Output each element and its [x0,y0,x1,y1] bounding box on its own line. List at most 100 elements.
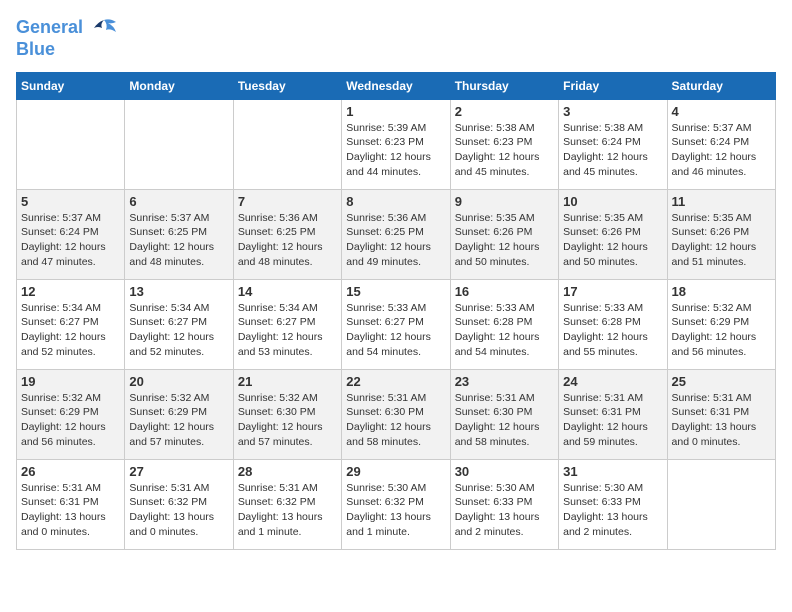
calendar-cell: 20Sunrise: 5:32 AM Sunset: 6:29 PM Dayli… [125,369,233,459]
calendar-cell: 4Sunrise: 5:37 AM Sunset: 6:24 PM Daylig… [667,99,775,189]
day-number: 17 [563,284,662,299]
calendar-cell: 31 Sunrise: 5:30 AM Sunset: 6:33 PM Dayli… [559,459,667,549]
day-info: Sunrise: 5:31 AM Sunset: 6:31 PM Dayligh… [672,391,771,450]
weekday-header-saturday: Saturday [667,72,775,99]
calendar-cell: 8 Sunrise: 5:36 AM Sunset: 6:25 PM Daylig… [342,189,450,279]
day-number: 7 [238,194,337,209]
day-number: 14 [238,284,337,299]
calendar-cell: 10Sunrise: 5:35 AM Sunset: 6:26 PM Dayli… [559,189,667,279]
weekday-header-wednesday: Wednesday [342,72,450,99]
calendar-cell: 30 Sunrise: 5:30 AM Sunset: 6:33 PM Dayli… [450,459,558,549]
calendar-cell: 7 Sunrise: 5:36 AM Sunset: 6:25 PM Daylig… [233,189,341,279]
day-info: Sunrise: 5:37 AM Sunset: 6:24 PM Dayligh… [21,211,120,270]
calendar-cell [667,459,775,549]
day-number: 16 [455,284,554,299]
calendar-week-1: 1 Sunrise: 5:39 AM Sunset: 6:23 PM Daylig… [17,99,776,189]
day-number: 18 [672,284,771,299]
day-number: 20 [129,374,228,389]
day-info: Sunrise: 5:35 AM Sunset: 6:26 PM Dayligh… [455,211,554,270]
calendar-cell: 14 Sunrise: 5:34 AM Sunset: 6:27 PM Dayli… [233,279,341,369]
weekday-header-row: SundayMondayTuesdayWednesdayThursdayFrid… [17,72,776,99]
calendar-cell: 11 Sunrise: 5:35 AM Sunset: 6:26 PM Dayli… [667,189,775,279]
day-number: 27 [129,464,228,479]
day-number: 1 [346,104,445,119]
calendar-cell: 3Sunrise: 5:38 AM Sunset: 6:24 PM Daylig… [559,99,667,189]
day-info: Sunrise: 5:31 AM Sunset: 6:32 PM Dayligh… [129,481,228,540]
day-number: 2 [455,104,554,119]
day-number: 12 [21,284,120,299]
calendar-cell: 29 Sunrise: 5:30 AM Sunset: 6:32 PM Dayli… [342,459,450,549]
calendar-cell: 17Sunrise: 5:33 AM Sunset: 6:28 PM Dayli… [559,279,667,369]
day-number: 8 [346,194,445,209]
calendar-cell [17,99,125,189]
calendar-cell: 26 Sunrise: 5:31 AM Sunset: 6:31 PM Dayli… [17,459,125,549]
day-number: 31 [563,464,662,479]
day-info: Sunrise: 5:38 AM Sunset: 6:24 PM Dayligh… [563,121,662,180]
calendar-week-2: 5 Sunrise: 5:37 AM Sunset: 6:24 PM Daylig… [17,189,776,279]
day-info: Sunrise: 5:32 AM Sunset: 6:30 PM Dayligh… [238,391,337,450]
weekday-header-tuesday: Tuesday [233,72,341,99]
day-number: 4 [672,104,771,119]
day-number: 25 [672,374,771,389]
calendar-cell: 21 Sunrise: 5:32 AM Sunset: 6:30 PM Dayli… [233,369,341,459]
day-info: Sunrise: 5:34 AM Sunset: 6:27 PM Dayligh… [129,301,228,360]
calendar-cell: 13 Sunrise: 5:34 AM Sunset: 6:27 PM Dayli… [125,279,233,369]
day-number: 13 [129,284,228,299]
calendar-week-4: 19Sunrise: 5:32 AM Sunset: 6:29 PM Dayli… [17,369,776,459]
weekday-header-sunday: Sunday [17,72,125,99]
calendar-cell: 15Sunrise: 5:33 AM Sunset: 6:27 PM Dayli… [342,279,450,369]
day-info: Sunrise: 5:30 AM Sunset: 6:33 PM Dayligh… [563,481,662,540]
calendar-cell: 27 Sunrise: 5:31 AM Sunset: 6:32 PM Dayli… [125,459,233,549]
calendar-table: SundayMondayTuesdayWednesdayThursdayFrid… [16,72,776,550]
day-number: 21 [238,374,337,389]
day-info: Sunrise: 5:33 AM Sunset: 6:28 PM Dayligh… [455,301,554,360]
day-number: 26 [21,464,120,479]
calendar-cell: 18 Sunrise: 5:32 AM Sunset: 6:29 PM Dayli… [667,279,775,369]
day-info: Sunrise: 5:38 AM Sunset: 6:23 PM Dayligh… [455,121,554,180]
day-number: 23 [455,374,554,389]
calendar-cell: 23 Sunrise: 5:31 AM Sunset: 6:30 PM Dayli… [450,369,558,459]
calendar-cell: 5 Sunrise: 5:37 AM Sunset: 6:24 PM Daylig… [17,189,125,279]
day-info: Sunrise: 5:34 AM Sunset: 6:27 PM Dayligh… [238,301,337,360]
day-info: Sunrise: 5:31 AM Sunset: 6:30 PM Dayligh… [455,391,554,450]
day-number: 6 [129,194,228,209]
calendar-cell: 2 Sunrise: 5:38 AM Sunset: 6:23 PM Daylig… [450,99,558,189]
day-info: Sunrise: 5:31 AM Sunset: 6:31 PM Dayligh… [21,481,120,540]
day-info: Sunrise: 5:37 AM Sunset: 6:25 PM Dayligh… [129,211,228,270]
day-info: Sunrise: 5:31 AM Sunset: 6:30 PM Dayligh… [346,391,445,450]
day-number: 5 [21,194,120,209]
day-number: 15 [346,284,445,299]
day-info: Sunrise: 5:36 AM Sunset: 6:25 PM Dayligh… [346,211,445,270]
calendar-cell: 1 Sunrise: 5:39 AM Sunset: 6:23 PM Daylig… [342,99,450,189]
calendar-cell: 28Sunrise: 5:31 AM Sunset: 6:32 PM Dayli… [233,459,341,549]
day-info: Sunrise: 5:35 AM Sunset: 6:26 PM Dayligh… [672,211,771,270]
day-info: Sunrise: 5:31 AM Sunset: 6:31 PM Dayligh… [563,391,662,450]
day-info: Sunrise: 5:36 AM Sunset: 6:25 PM Dayligh… [238,211,337,270]
calendar-cell: 9 Sunrise: 5:35 AM Sunset: 6:26 PM Daylig… [450,189,558,279]
day-number: 29 [346,464,445,479]
calendar-week-3: 12 Sunrise: 5:34 AM Sunset: 6:27 PM Dayli… [17,279,776,369]
day-number: 11 [672,194,771,209]
day-number: 28 [238,464,337,479]
day-info: Sunrise: 5:35 AM Sunset: 6:26 PM Dayligh… [563,211,662,270]
day-info: Sunrise: 5:39 AM Sunset: 6:23 PM Dayligh… [346,121,445,180]
page-header: General Blue [16,16,776,60]
day-info: Sunrise: 5:34 AM Sunset: 6:27 PM Dayligh… [21,301,120,360]
day-info: Sunrise: 5:30 AM Sunset: 6:32 PM Dayligh… [346,481,445,540]
day-info: Sunrise: 5:32 AM Sunset: 6:29 PM Dayligh… [672,301,771,360]
calendar-cell: 22 Sunrise: 5:31 AM Sunset: 6:30 PM Dayli… [342,369,450,459]
calendar-cell [125,99,233,189]
day-info: Sunrise: 5:32 AM Sunset: 6:29 PM Dayligh… [21,391,120,450]
calendar-cell: 24 Sunrise: 5:31 AM Sunset: 6:31 PM Dayli… [559,369,667,459]
calendar-cell: 16 Sunrise: 5:33 AM Sunset: 6:28 PM Dayli… [450,279,558,369]
logo-text: General Blue [16,16,118,60]
calendar-cell [233,99,341,189]
calendar-cell: 12 Sunrise: 5:34 AM Sunset: 6:27 PM Dayli… [17,279,125,369]
day-number: 22 [346,374,445,389]
day-number: 9 [455,194,554,209]
day-number: 30 [455,464,554,479]
day-info: Sunrise: 5:30 AM Sunset: 6:33 PM Dayligh… [455,481,554,540]
logo: General Blue [16,16,118,60]
weekday-header-friday: Friday [559,72,667,99]
day-number: 24 [563,374,662,389]
